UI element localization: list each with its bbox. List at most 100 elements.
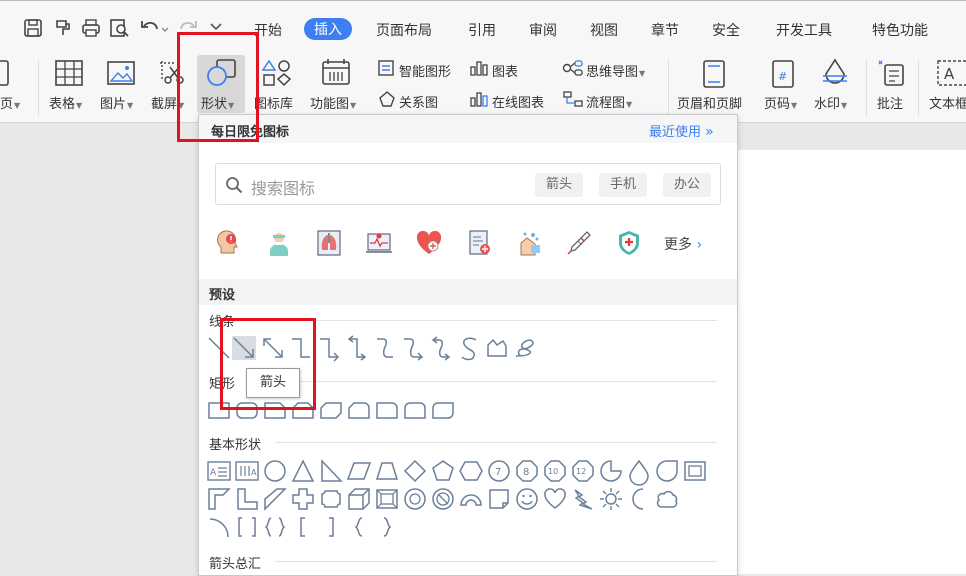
more-icons-link[interactable]: 更多 › — [664, 234, 702, 254]
tab-review[interactable]: 审阅 — [529, 20, 557, 40]
icon-library-icon[interactable] — [261, 59, 292, 87]
trapezoid-shape-icon[interactable] — [375, 459, 399, 483]
cube-shape-icon[interactable] — [347, 487, 371, 511]
table-button[interactable]: 表格▼ — [49, 93, 82, 112]
decagon-shape-icon[interactable]: 10 — [543, 459, 567, 483]
left-bracket-shape-icon[interactable] — [291, 515, 315, 539]
tab-chapter[interactable]: 章节 — [651, 20, 679, 40]
no-symbol-shape-icon[interactable] — [431, 487, 455, 511]
heart-shape-icon[interactable] — [543, 487, 567, 511]
octagon-shape-icon[interactable]: 8 — [515, 459, 539, 483]
chord-shape-icon[interactable] — [655, 459, 679, 483]
comment-icon[interactable] — [876, 58, 906, 88]
round-same-side-rectangle-shape-icon[interactable] — [403, 398, 427, 422]
heptagon-shape-icon[interactable]: 7 — [487, 459, 511, 483]
page-button[interactable]: 页▼ — [0, 93, 20, 112]
shield-medical-icon[interactable] — [615, 229, 643, 257]
block-arc-shape-icon[interactable] — [459, 487, 483, 511]
icon-library-button[interactable]: 图标库 — [254, 93, 293, 112]
right-bracket-shape-icon[interactable] — [319, 515, 343, 539]
sun-shape-icon[interactable] — [599, 487, 623, 511]
picture-icon[interactable] — [106, 59, 136, 87]
table-icon[interactable] — [54, 59, 84, 87]
vertical-text-box-shape-icon[interactable]: A — [235, 459, 259, 483]
parallelogram-shape-icon[interactable] — [346, 459, 372, 483]
header-footer-button[interactable]: 页眉和页脚 — [677, 93, 742, 112]
picture-button[interactable]: 图片▼ — [100, 93, 133, 112]
search-chip-phone[interactable]: 手机 — [599, 173, 647, 197]
medical-report-icon[interactable] — [465, 229, 493, 257]
thermometer-icon[interactable] — [565, 229, 593, 257]
relation-button[interactable]: 关系图 — [399, 92, 438, 111]
watermark-icon[interactable] — [820, 58, 850, 88]
plaque-shape-icon[interactable] — [319, 487, 343, 511]
flowchart-icon[interactable] — [562, 90, 584, 108]
smiley-face-shape-icon[interactable] — [515, 487, 539, 511]
curved-connector-shape-icon[interactable] — [373, 336, 397, 360]
right-brace-shape-icon[interactable] — [375, 515, 399, 539]
round-single-corner-rectangle-shape-icon[interactable] — [375, 398, 399, 422]
online-chart-button[interactable]: 在线图表 — [492, 92, 544, 111]
elbow-arrow-connector-shape-icon[interactable] — [317, 336, 341, 362]
teardrop-shape-icon[interactable] — [627, 459, 651, 486]
print-icon[interactable] — [80, 17, 102, 39]
save-icon[interactable] — [22, 17, 44, 39]
double-brace-shape-icon[interactable] — [263, 515, 287, 539]
round-diagonal-rectangle-shape-icon[interactable] — [431, 398, 455, 422]
pentagon-shape-icon[interactable] — [431, 459, 455, 483]
hexagon-shape-icon[interactable] — [459, 459, 483, 483]
function-chart-button[interactable]: 功能图▼ — [310, 93, 356, 112]
left-brace-shape-icon[interactable] — [347, 515, 371, 539]
nurse-icon[interactable] — [265, 229, 293, 257]
page-number-icon[interactable]: # — [770, 59, 796, 89]
relation-icon[interactable] — [377, 90, 397, 108]
recent-used-link[interactable]: 最近使用 » — [649, 121, 714, 140]
cross-shape-icon[interactable] — [291, 487, 315, 511]
mindmap-icon[interactable] — [562, 59, 584, 77]
search-chip-office[interactable]: 办公 — [663, 173, 711, 197]
chart-button[interactable]: 图表 — [492, 61, 518, 80]
undo-icon[interactable] — [138, 17, 169, 39]
diamond-shape-icon[interactable] — [403, 459, 427, 483]
header-footer-icon[interactable] — [700, 59, 728, 89]
tab-insert[interactable]: 插入 — [304, 18, 352, 40]
curved-double-arrow-connector-shape-icon[interactable] — [429, 336, 453, 361]
chart-icon[interactable] — [469, 59, 489, 77]
frame-shape-icon[interactable] — [683, 459, 707, 483]
print-preview-icon[interactable] — [108, 17, 130, 39]
tab-special-features[interactable]: 特色功能 — [872, 20, 928, 40]
function-chart-icon[interactable] — [320, 58, 352, 88]
isosceles-triangle-shape-icon[interactable] — [291, 459, 315, 483]
tab-references[interactable]: 引用 — [468, 20, 496, 40]
textbox-icon[interactable]: A — [936, 59, 966, 87]
diagonal-stripe-shape-icon[interactable] — [263, 487, 287, 511]
online-chart-icon[interactable] — [469, 90, 489, 108]
comment-button[interactable]: 批注 — [877, 93, 903, 112]
lightning-bolt-shape-icon[interactable] — [571, 487, 595, 511]
mindmap-button[interactable]: 思维导图▼ — [586, 61, 645, 80]
smart-shape-button[interactable]: 智能图形 — [399, 61, 451, 80]
heart-health-icon[interactable] — [415, 229, 443, 257]
format-painter-icon[interactable] — [52, 17, 74, 39]
medical-monitor-icon[interactable] — [365, 229, 393, 257]
head-alert-icon[interactable] — [215, 229, 243, 257]
pie-shape-icon[interactable] — [599, 459, 623, 483]
tab-page-layout[interactable]: 页面布局 — [376, 20, 432, 40]
lungs-xray-icon[interactable] — [315, 229, 343, 257]
cloud-shape-icon[interactable] — [655, 487, 679, 511]
right-triangle-shape-icon[interactable] — [319, 459, 343, 483]
freeform-shape-icon[interactable] — [485, 336, 509, 360]
folded-corner-shape-icon[interactable] — [487, 487, 511, 511]
search-chip-arrow[interactable]: 箭头 — [535, 173, 583, 197]
tab-view[interactable]: 视图 — [590, 20, 618, 40]
donut-shape-icon[interactable] — [403, 487, 427, 511]
curve-shape-icon[interactable] — [457, 336, 481, 361]
snip-diagonal-rectangle-shape-icon[interactable] — [319, 398, 343, 422]
half-frame-shape-icon[interactable] — [207, 487, 231, 511]
page-icon[interactable] — [0, 60, 10, 86]
page-number-button[interactable]: 页码▼ — [764, 93, 797, 112]
search-input[interactable]: 搜索图标 — [251, 175, 315, 199]
bevel-shape-icon[interactable] — [375, 487, 399, 511]
text-box-shape-icon[interactable]: A — [207, 459, 231, 483]
oval-shape-icon[interactable] — [263, 459, 287, 483]
